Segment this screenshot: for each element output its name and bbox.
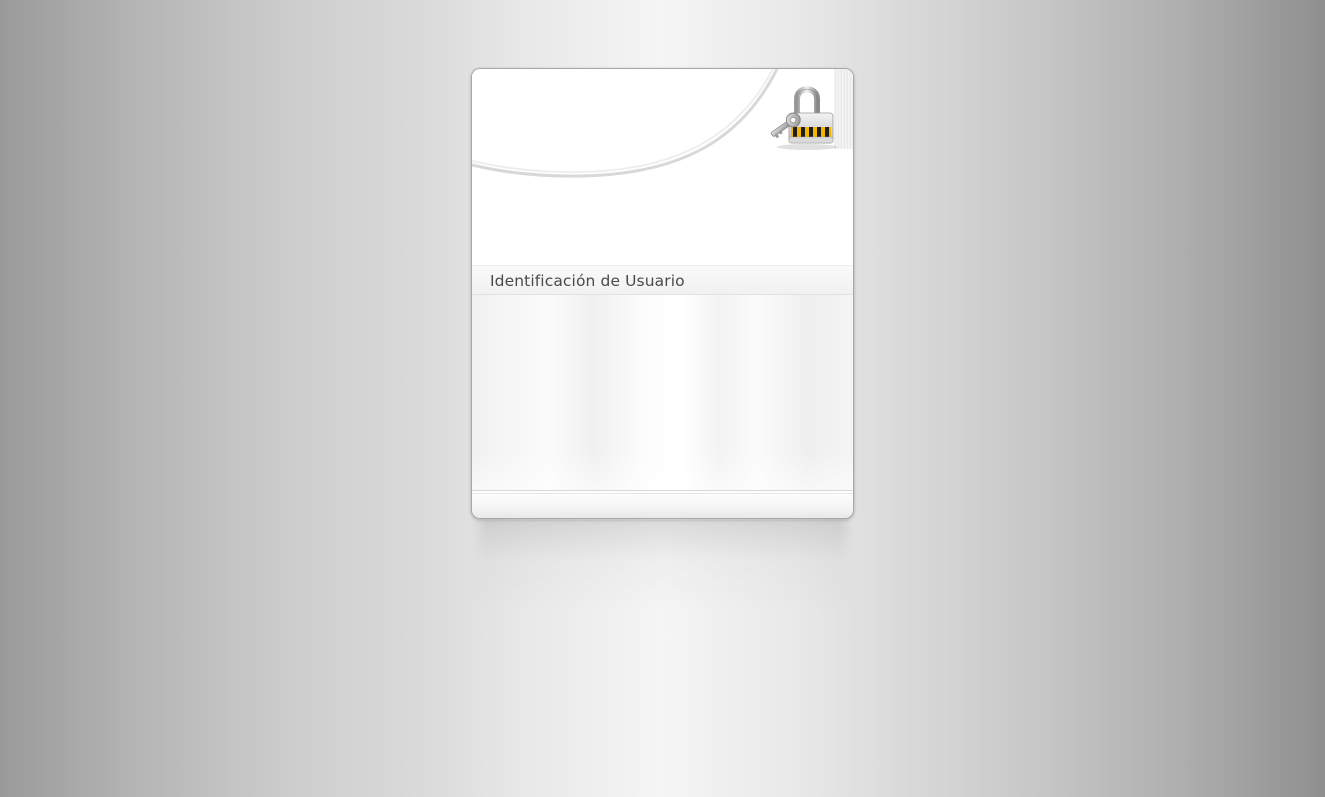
panel-footer: [472, 490, 853, 518]
login-panel: Identificación de Usuario: [471, 68, 854, 519]
panel-body: [472, 295, 853, 490]
panel-reflection: [471, 520, 854, 610]
lock-and-key-icon: [770, 86, 837, 150]
title-bar: Identificación de Usuario: [472, 265, 853, 295]
page-title: Identificación de Usuario: [490, 272, 685, 290]
panel-header: [472, 69, 853, 265]
